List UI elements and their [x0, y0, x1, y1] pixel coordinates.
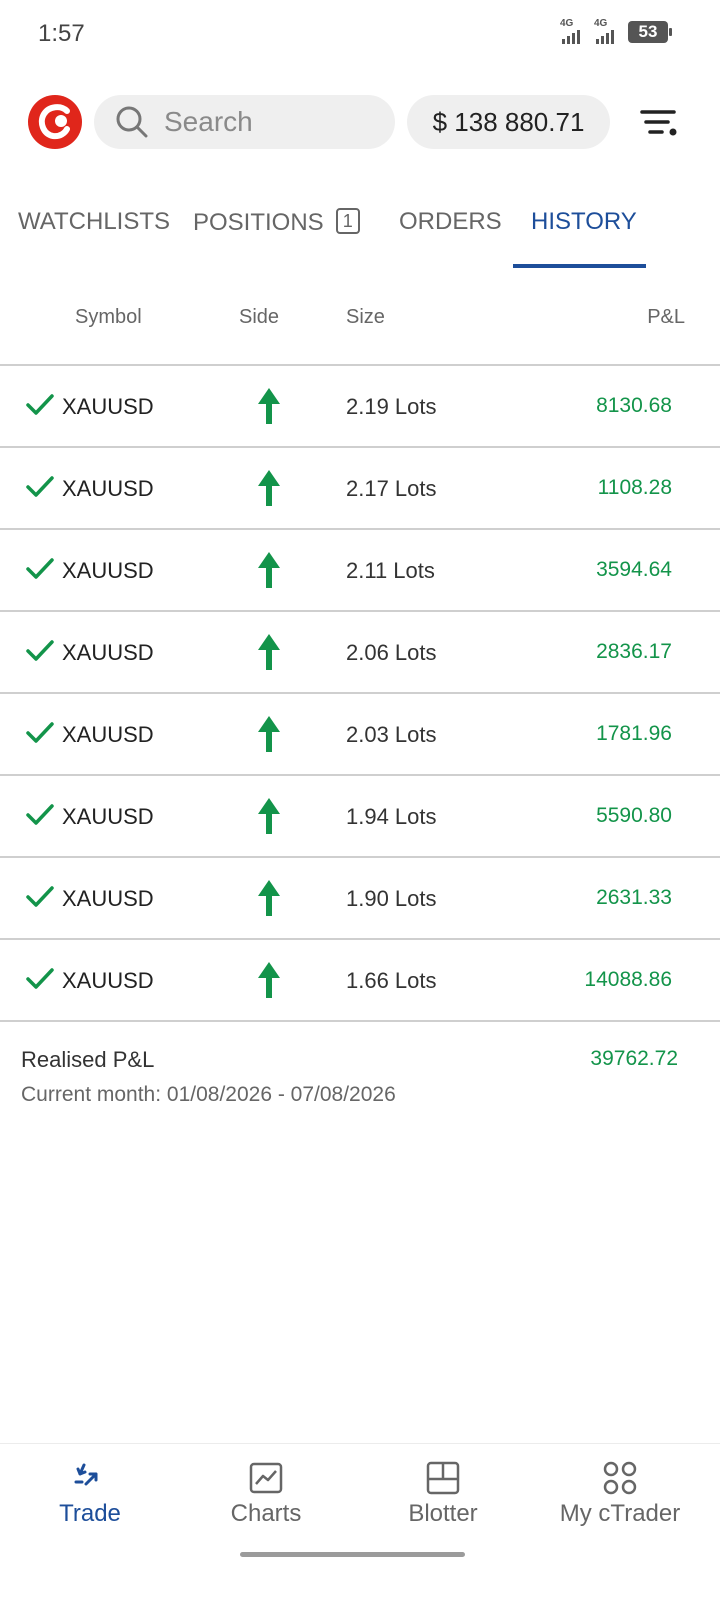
signal-label: 4G	[560, 18, 574, 29]
row-size: 2.11 Lots	[346, 558, 435, 583]
active-tab-indicator	[513, 264, 646, 268]
filter-icon[interactable]	[636, 100, 682, 144]
nav-trade[interactable]: Trade	[0, 1444, 180, 1554]
nav-my-ctrader[interactable]: My cTrader	[530, 1444, 710, 1554]
row-pnl: 2631.33	[596, 886, 672, 909]
row-symbol: XAUUSD	[62, 640, 154, 665]
tab-bar: WATCHLISTS POSITIONS 1 ORDERS HISTORY	[0, 190, 720, 270]
my-ctrader-icon	[603, 1461, 637, 1495]
table-row[interactable]: XAUUSD 1.66 Lots 14088.86	[0, 940, 720, 1022]
check-icon	[26, 558, 54, 579]
realised-pnl-value: 39762.72	[590, 1047, 678, 1070]
buy-arrow-icon	[258, 716, 280, 752]
buy-arrow-icon	[258, 798, 280, 834]
row-pnl: 5590.80	[596, 804, 672, 827]
row-size: 1.94 Lots	[346, 804, 437, 829]
nav-label: Blotter	[408, 1500, 478, 1527]
nav-label: Charts	[230, 1500, 302, 1527]
battery-icon: 53	[628, 21, 672, 43]
check-icon	[26, 394, 54, 415]
charts-icon	[249, 1462, 283, 1494]
tab-history[interactable]: HISTORY	[531, 208, 637, 236]
column-header-side: Side	[239, 306, 280, 328]
home-indicator[interactable]	[240, 1552, 465, 1557]
row-pnl: 1781.96	[596, 722, 672, 745]
realised-pnl-summary: Realised P&L 39762.72 Current month: 01/…	[0, 1025, 720, 1125]
ctrader-logo-icon[interactable]	[27, 94, 83, 150]
row-size: 1.66 Lots	[346, 968, 437, 993]
row-pnl: 14088.86	[584, 968, 672, 991]
table-row[interactable]: XAUUSD 2.03 Lots 1781.96	[0, 694, 720, 776]
row-symbol: XAUUSD	[62, 722, 154, 747]
table-row[interactable]: XAUUSD 1.90 Lots 2631.33	[0, 858, 720, 940]
tab-label: WATCHLISTS	[18, 208, 171, 235]
row-symbol: XAUUSD	[62, 804, 154, 829]
row-symbol: XAUUSD	[62, 558, 154, 583]
nav-charts[interactable]: Charts	[176, 1444, 356, 1554]
row-pnl: 3594.64	[596, 558, 672, 581]
row-size: 2.17 Lots	[346, 476, 437, 501]
table-header: Symbol Side Size P&L	[0, 290, 720, 366]
row-symbol: XAUUSD	[62, 886, 154, 911]
search-icon	[116, 106, 148, 138]
table-row[interactable]: XAUUSD 2.06 Lots 2836.17	[0, 612, 720, 694]
balance-button[interactable]: $ 138 880.71	[407, 95, 610, 149]
status-time: 1:57	[38, 20, 85, 47]
check-icon	[26, 886, 54, 907]
row-size: 1.90 Lots	[346, 886, 437, 911]
nav-label: Trade	[59, 1500, 121, 1527]
check-icon	[26, 968, 54, 989]
row-symbol: XAUUSD	[62, 476, 154, 501]
row-pnl: 2836.17	[596, 640, 672, 663]
bottom-nav: Trade Charts Blotter My cTrader	[0, 1443, 720, 1601]
status-bar: 1:57 4G 4G 53	[0, 0, 720, 70]
date-range: Current month: 01/08/2026 - 07/08/2026	[21, 1083, 396, 1106]
column-header-pnl: P&L	[647, 306, 685, 328]
table-row[interactable]: XAUUSD 2.19 Lots 8130.68	[0, 366, 720, 448]
row-pnl: 1108.28	[597, 476, 672, 499]
column-header-symbol: Symbol	[75, 306, 142, 328]
row-size: 2.19 Lots	[346, 394, 437, 419]
tab-positions[interactable]: POSITIONS 1	[193, 208, 360, 237]
tab-label: HISTORY	[531, 208, 637, 235]
tab-label: ORDERS	[399, 208, 502, 235]
signal-icon: 4G	[560, 18, 582, 44]
history-list: XAUUSD 2.19 Lots 8130.68 XAUUSD 2.17 Lot…	[0, 366, 720, 1022]
row-size: 2.06 Lots	[346, 640, 437, 665]
table-row[interactable]: XAUUSD 1.94 Lots 5590.80	[0, 776, 720, 858]
check-icon	[26, 476, 54, 497]
nav-label: My cTrader	[559, 1500, 681, 1527]
buy-arrow-icon	[258, 388, 280, 424]
tab-orders[interactable]: ORDERS	[399, 208, 502, 236]
row-symbol: XAUUSD	[62, 968, 154, 993]
search-placeholder: Search	[164, 106, 253, 137]
row-symbol: XAUUSD	[62, 394, 154, 419]
buy-arrow-icon	[258, 634, 280, 670]
row-pnl: 8130.68	[596, 394, 672, 417]
blotter-icon	[426, 1461, 460, 1495]
buy-arrow-icon	[258, 552, 280, 588]
check-icon	[26, 640, 54, 661]
search-bar[interactable]: Search	[94, 95, 395, 149]
tab-watchlists[interactable]: WATCHLISTS	[18, 208, 170, 236]
check-icon	[26, 722, 54, 743]
tab-label: POSITIONS	[193, 209, 324, 236]
row-size: 2.03 Lots	[346, 722, 437, 747]
buy-arrow-icon	[258, 470, 280, 506]
status-icons: 4G 4G 53	[560, 18, 672, 44]
column-header-size: Size	[346, 306, 385, 328]
table-row[interactable]: XAUUSD 2.11 Lots 3594.64	[0, 530, 720, 612]
buy-arrow-icon	[258, 880, 280, 916]
check-icon	[26, 804, 54, 825]
buy-arrow-icon	[258, 962, 280, 998]
trade-icon	[74, 1463, 98, 1486]
table-row[interactable]: XAUUSD 2.17 Lots 1108.28	[0, 448, 720, 530]
realised-pnl-label: Realised P&L	[21, 1047, 155, 1072]
positions-count-badge: 1	[335, 208, 360, 234]
nav-blotter[interactable]: Blotter	[353, 1444, 533, 1554]
signal-icon: 4G	[594, 18, 616, 44]
signal-label: 4G	[594, 18, 608, 29]
